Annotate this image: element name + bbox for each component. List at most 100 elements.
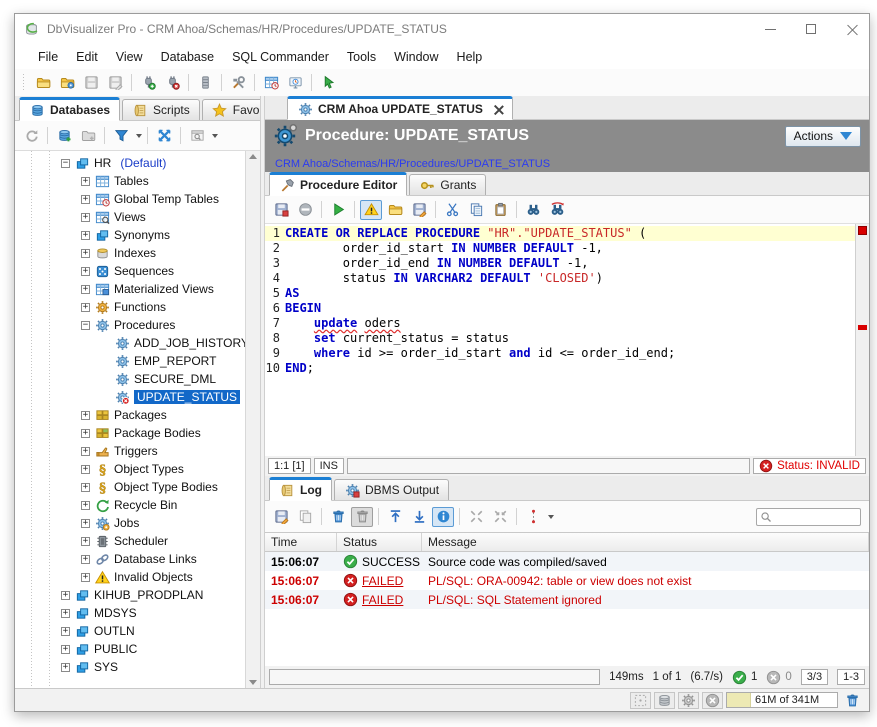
paste-button[interactable]	[489, 200, 511, 220]
menu-sql-commander[interactable]: SQL Commander	[223, 47, 338, 67]
expand-toggle[interactable]	[81, 411, 90, 420]
expand-toggle[interactable]	[61, 591, 70, 600]
expand-toggle[interactable]	[81, 573, 90, 582]
filter-dropdown-icon[interactable]	[136, 134, 142, 138]
menu-tools[interactable]: Tools	[338, 47, 385, 67]
expand-toggle[interactable]	[81, 267, 90, 276]
scroll-to-bottom-button[interactable]	[408, 507, 430, 527]
tree-item-invalid-objects[interactable]: Invalid Objects	[15, 568, 245, 586]
tools-button[interactable]	[227, 73, 249, 93]
save-as-button[interactable]	[104, 73, 126, 93]
tree-item-views[interactable]: Views	[15, 208, 245, 226]
find-replace-button[interactable]	[546, 200, 568, 220]
tree-item-materialized-views[interactable]: Materialized Views	[15, 280, 245, 298]
expand-toggle[interactable]	[81, 447, 90, 456]
auto-clear-toggle[interactable]	[351, 507, 373, 527]
column-status[interactable]: Status	[337, 533, 422, 551]
database-object-tree[interactable]: HR(Default)TablesGlobal Temp TablesViews…	[15, 151, 245, 688]
tree-item-procedures[interactable]: Procedures	[15, 316, 245, 334]
tab-close-icon[interactable]	[494, 105, 503, 114]
tree-item-database-links[interactable]: Database Links	[15, 550, 245, 568]
open-file-button[interactable]	[32, 73, 54, 93]
tab-procedure-editor[interactable]: Procedure Editor	[269, 172, 407, 196]
tab-dbms-output[interactable]: DBMS Output	[334, 479, 449, 500]
run-cursor-button[interactable]	[317, 73, 339, 93]
log-copy-button[interactable]	[294, 507, 316, 527]
tab-scripts[interactable]: Scripts	[122, 99, 200, 120]
clear-log-button[interactable]	[327, 507, 349, 527]
column-time[interactable]: Time	[265, 533, 337, 551]
log-export-button[interactable]	[270, 507, 292, 527]
menu-database[interactable]: Database	[152, 47, 224, 67]
show-errors-toggle[interactable]	[360, 200, 382, 220]
expand-toggle[interactable]	[61, 159, 70, 168]
expand-toggle[interactable]	[81, 321, 90, 330]
expand-toggle[interactable]	[81, 303, 90, 312]
tree-item-object-type-bodies[interactable]: §Object Type Bodies	[15, 478, 245, 496]
scroll-down-icon[interactable]	[249, 680, 257, 685]
tab-grants[interactable]: Grants	[409, 174, 486, 195]
save-button[interactable]	[80, 73, 102, 93]
expand-toggle[interactable]	[81, 213, 90, 222]
tree-item-jobs[interactable]: Jobs	[15, 514, 245, 532]
insert-mode[interactable]: INS	[314, 458, 344, 474]
maximize-button[interactable]	[794, 15, 828, 43]
log-filter-input[interactable]	[775, 511, 855, 523]
tree-item-outln[interactable]: OUTLN	[15, 622, 245, 640]
log-row-2[interactable]: 15:06:07FAILEDPL/SQL: ORA-00942: table o…	[265, 571, 869, 590]
disconnect-button[interactable]	[161, 73, 183, 93]
sql-editor[interactable]: 1CREATE OR REPLACE PROCEDURE "HR"."UPDAT…	[265, 224, 855, 456]
tree-item-sequences[interactable]: Sequences	[15, 262, 245, 280]
filter-button[interactable]	[110, 126, 132, 146]
expand-toggle[interactable]	[81, 519, 90, 528]
expand-toggle[interactable]	[81, 177, 90, 186]
tree-item-secure-dml[interactable]: SECURE_DML	[15, 370, 245, 388]
expand-all-button[interactable]	[465, 507, 487, 527]
tree-item-global-temp-tables[interactable]: Global Temp Tables	[15, 190, 245, 208]
database-column-button[interactable]	[194, 73, 216, 93]
tree-item-synonyms[interactable]: Synonyms	[15, 226, 245, 244]
expand-toggle[interactable]	[61, 609, 70, 618]
expand-toggle[interactable]	[81, 483, 90, 492]
garbage-collect-button[interactable]	[841, 690, 863, 710]
execute-button[interactable]	[327, 200, 349, 220]
open-bookmark-button[interactable]	[56, 73, 78, 93]
tree-item-indexes[interactable]: Indexes	[15, 244, 245, 262]
locate-object-button[interactable]	[186, 126, 208, 146]
copy-button[interactable]	[465, 200, 487, 220]
stop-button[interactable]	[294, 200, 316, 220]
tree-item-emp-report[interactable]: EMP_REPORT	[15, 352, 245, 370]
tree-item-add-job-history[interactable]: ADD_JOB_HISTORY	[15, 334, 245, 352]
expand-toggle[interactable]	[81, 465, 90, 474]
tree-item-scheduler[interactable]: Scheduler	[15, 532, 245, 550]
row-spacing-button[interactable]	[522, 507, 544, 527]
export-button[interactable]	[408, 200, 430, 220]
tab-crm-ahoa-update-status[interactable]: CRM Ahoa UPDATE_STATUS	[287, 96, 513, 120]
tree-item-functions[interactable]: Functions	[15, 298, 245, 316]
tree-scrollbar[interactable]	[245, 151, 260, 688]
tree-item-object-types[interactable]: §Object Types	[15, 460, 245, 478]
log-table-header[interactable]: Time Status Message	[265, 533, 869, 552]
tree-item-recycle-bin[interactable]: Recycle Bin	[15, 496, 245, 514]
load-from-file-button[interactable]	[384, 200, 406, 220]
expand-toggle[interactable]	[81, 537, 90, 546]
collapse-all-log-button[interactable]	[489, 507, 511, 527]
connections-button[interactable]	[654, 692, 675, 709]
error-stripe-status[interactable]	[858, 226, 867, 235]
tree-item-kihub-prodplan[interactable]: KIHUB_PRODPLAN	[15, 586, 245, 604]
tree-item-packages[interactable]: Packages	[15, 406, 245, 424]
tree-item-tables[interactable]: Tables	[15, 172, 245, 190]
collapse-all-button[interactable]	[153, 126, 175, 146]
locate-dropdown-icon[interactable]	[212, 134, 218, 138]
expand-toggle[interactable]	[81, 555, 90, 564]
tree-item-hr[interactable]: HR(Default)	[15, 154, 245, 172]
tab-log[interactable]: Log	[269, 477, 332, 501]
connect-button[interactable]	[137, 73, 159, 93]
actions-button[interactable]: Actions	[785, 126, 861, 147]
monitor-button[interactable]	[284, 73, 306, 93]
log-row-1[interactable]: 15:06:07SUCCESSSource code was compiled/…	[265, 552, 869, 571]
show-info-toggle[interactable]	[432, 507, 454, 527]
log-row-3[interactable]: 15:06:07FAILEDPL/SQL: SQL Statement igno…	[265, 590, 869, 609]
menu-help[interactable]: Help	[448, 47, 492, 67]
selection-tool-button[interactable]	[630, 692, 651, 709]
